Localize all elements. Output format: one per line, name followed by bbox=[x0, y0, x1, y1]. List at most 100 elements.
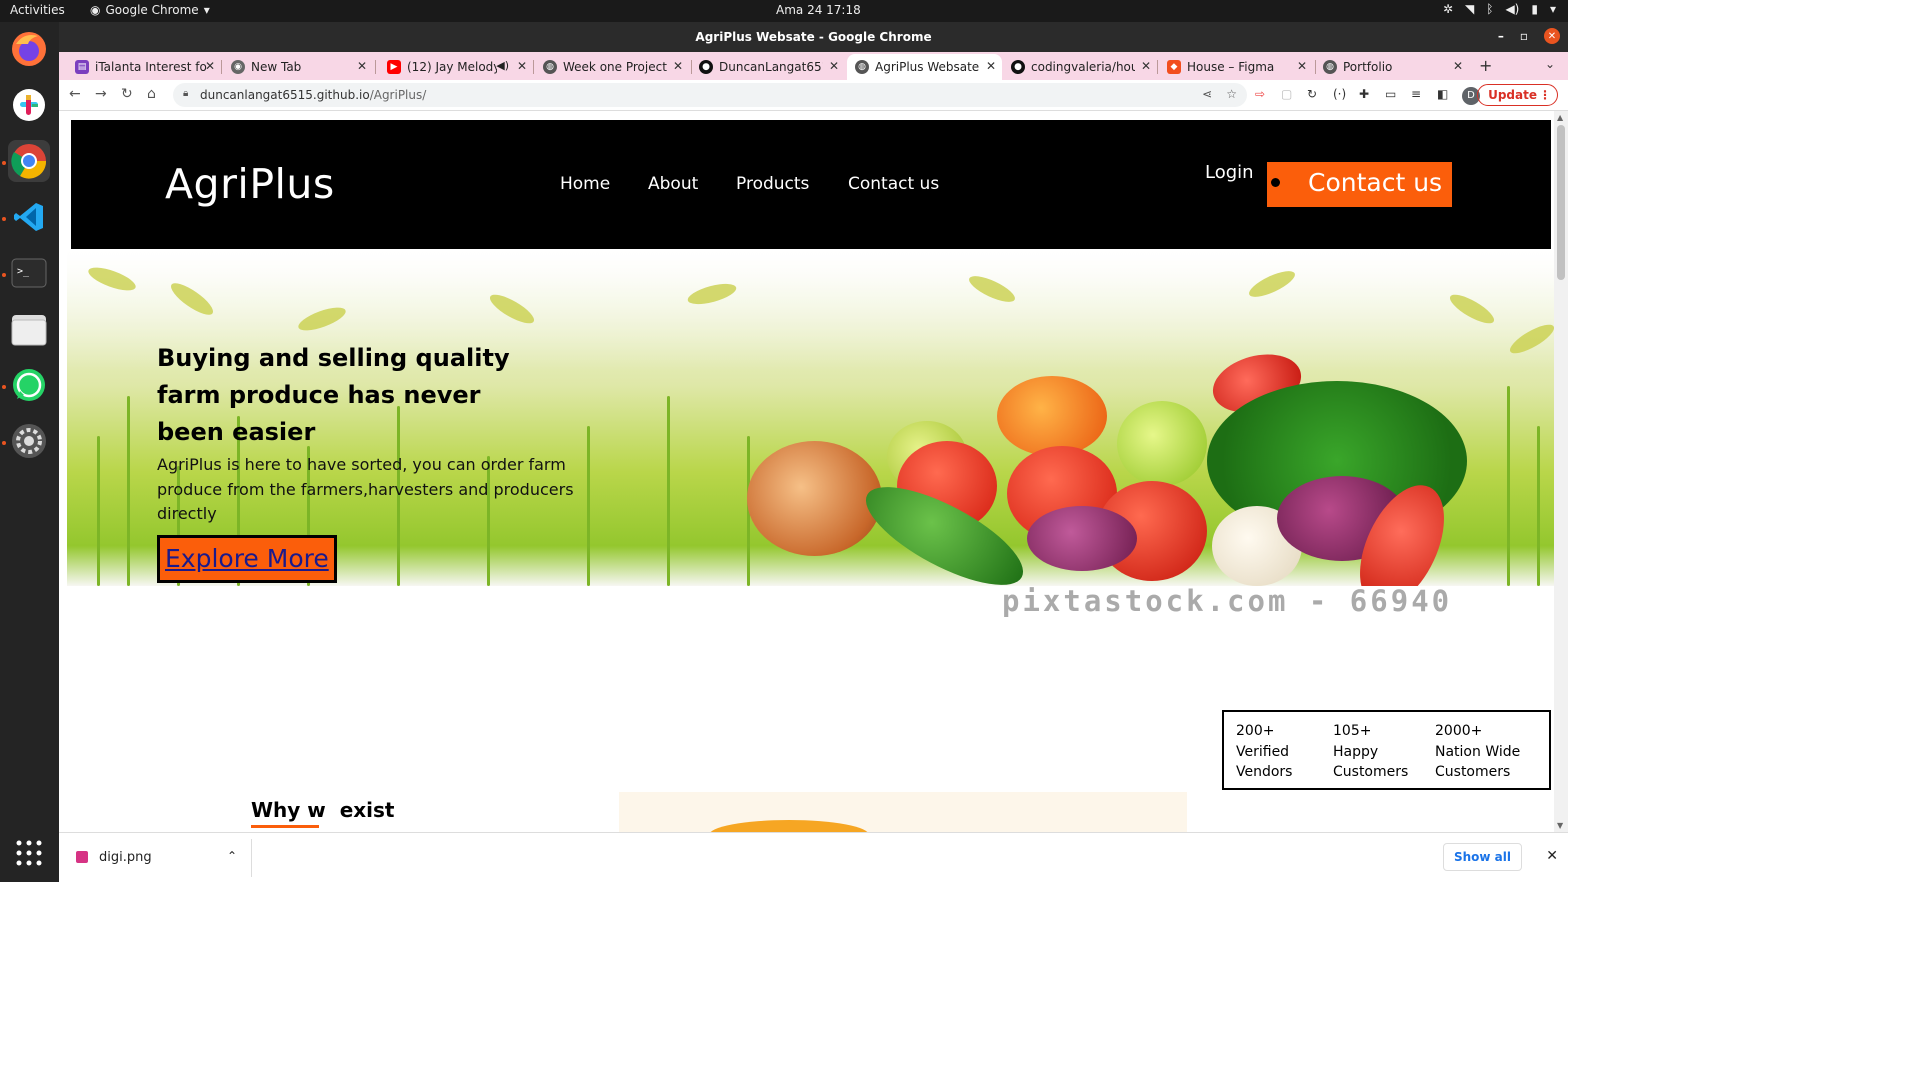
close-tab-icon[interactable]: ✕ bbox=[357, 59, 367, 73]
nav-home[interactable]: Home bbox=[560, 174, 610, 194]
close-tab-icon[interactable]: ✕ bbox=[829, 59, 839, 73]
extension-icon[interactable]: ↻ bbox=[1307, 87, 1317, 101]
nav-about[interactable]: About bbox=[648, 174, 698, 194]
list-bullet bbox=[1271, 178, 1280, 187]
new-tab-button[interactable]: + bbox=[1479, 56, 1492, 75]
tab-youtube[interactable]: ▶ (12) Jay Melody ◀) ✕ bbox=[379, 54, 533, 80]
activities-button[interactable]: Activities bbox=[10, 3, 65, 17]
close-tab-icon[interactable]: ✕ bbox=[673, 59, 683, 73]
tab-label: Week one Project bbox=[563, 60, 667, 74]
clock[interactable]: Ama 24 17:18 bbox=[776, 3, 861, 17]
tab-agriplus[interactable]: ◍ AgriPlus Websate ✕ bbox=[847, 54, 1002, 80]
window-title: AgriPlus Websate - Google Chrome bbox=[695, 30, 932, 44]
page-viewport[interactable]: AgriPlus Home About Products Contact us … bbox=[59, 111, 1568, 832]
chevron-up-icon[interactable]: ⌃ bbox=[227, 849, 237, 863]
vscode-launcher[interactable] bbox=[8, 196, 50, 238]
address-bar[interactable]: 🔒︎ duncanlangat6515.github.io/AgriPlus/ … bbox=[173, 83, 1247, 107]
tab-label: codingvaleria/hou bbox=[1031, 60, 1135, 74]
red-onion-illustration bbox=[1027, 506, 1137, 571]
hero-text: Buying and selling quality farm produce … bbox=[157, 340, 627, 527]
system-tray[interactable]: ✲ ◥ ᛒ ◀) ▮ ▾ bbox=[1443, 2, 1556, 16]
share-icon[interactable]: ⋖ bbox=[1202, 87, 1212, 101]
login-link[interactable]: Login bbox=[1205, 162, 1254, 183]
chrome-icon: ◉ bbox=[90, 3, 101, 17]
chevron-down-icon: ▾ bbox=[1549, 2, 1556, 16]
hero-description: AgriPlus is here to have sorted, you can… bbox=[157, 453, 627, 527]
whatsapp-launcher[interactable] bbox=[8, 364, 50, 406]
close-window-button[interactable]: ✕ bbox=[1544, 28, 1560, 44]
svg-text:>_: >_ bbox=[17, 266, 30, 277]
slack-icon bbox=[13, 89, 45, 121]
grass-stalk bbox=[127, 396, 130, 586]
running-indicator bbox=[2, 441, 6, 445]
more-vertical-icon: ⋮ bbox=[1539, 88, 1551, 102]
puzzle-extensions-icon[interactable]: ✚ bbox=[1359, 87, 1369, 101]
whatsapp-icon bbox=[13, 369, 45, 401]
side-panel-icon[interactable]: ◧ bbox=[1437, 87, 1448, 101]
nav-contact[interactable]: Contact us bbox=[848, 174, 939, 194]
cast-icon[interactable]: ▭ bbox=[1385, 87, 1396, 101]
settings-icon bbox=[12, 424, 46, 458]
page-scrollbar[interactable]: ▲ ▼ bbox=[1554, 111, 1568, 832]
scroll-up-icon[interactable]: ▲ bbox=[1557, 113, 1563, 122]
window-titlebar[interactable]: AgriPlus Websate - Google Chrome – ▫ ✕ bbox=[59, 22, 1568, 52]
site-logo[interactable]: AgriPlus bbox=[165, 160, 335, 208]
tab-italanta[interactable]: ▤ iTalanta Interest fo ✕ bbox=[67, 54, 221, 80]
close-icon: ✕ bbox=[1547, 30, 1557, 42]
close-icon[interactable]: ✕ bbox=[1546, 848, 1558, 864]
show-apps-button[interactable] bbox=[8, 832, 50, 874]
extension-icon[interactable]: ▢ bbox=[1281, 87, 1292, 101]
close-tab-icon[interactable]: ✕ bbox=[1141, 59, 1151, 73]
tab-github-codingvaleria[interactable]: ● codingvaleria/hou ✕ bbox=[1003, 54, 1157, 80]
tab-new-tab[interactable]: ◉ New Tab ✕ bbox=[223, 54, 373, 80]
home-button[interactable]: ⌂ bbox=[147, 86, 156, 102]
scroll-down-icon[interactable]: ▼ bbox=[1557, 821, 1563, 830]
firefox-launcher[interactable] bbox=[8, 28, 50, 70]
chrome-launcher[interactable] bbox=[8, 140, 50, 182]
files-launcher[interactable] bbox=[8, 308, 50, 350]
app-menu[interactable]: ◉ Google Chrome ▾ bbox=[90, 3, 210, 17]
close-tab-icon[interactable]: ✕ bbox=[1297, 59, 1307, 73]
reading-list-icon[interactable]: ≡ bbox=[1411, 87, 1421, 101]
tab-label: House – Figma bbox=[1187, 60, 1275, 74]
grass-stalk bbox=[1507, 386, 1510, 586]
download-file[interactable]: digi.png bbox=[99, 850, 152, 865]
tab-week-one-project[interactable]: ◍ Week one Project ✕ bbox=[535, 54, 689, 80]
close-tab-icon[interactable]: ✕ bbox=[517, 59, 527, 73]
extension-icon[interactable]: ⇨ bbox=[1255, 87, 1265, 101]
globe-icon: ◍ bbox=[1323, 60, 1337, 74]
explore-more-button[interactable]: Explore More bbox=[157, 535, 337, 583]
terminal-launcher[interactable]: >_ bbox=[8, 252, 50, 294]
settings-launcher[interactable] bbox=[8, 420, 50, 462]
extension-icon[interactable]: (·) bbox=[1333, 87, 1346, 101]
bookmark-star-icon[interactable]: ☆ bbox=[1226, 87, 1237, 101]
update-button[interactable]: Update ⋮ bbox=[1477, 84, 1558, 106]
tab-label: Portfolio bbox=[1343, 60, 1393, 74]
stat-value: 200+ bbox=[1236, 723, 1275, 739]
close-tab-icon[interactable]: ✕ bbox=[1453, 59, 1463, 73]
tab-label: iTalanta Interest fo bbox=[95, 60, 207, 74]
contact-us-button[interactable]: Contact us bbox=[1267, 162, 1452, 207]
scrollbar-thumb[interactable] bbox=[1557, 125, 1565, 280]
tab-figma[interactable]: ◆ House – Figma ✕ bbox=[1159, 54, 1313, 80]
tab-search-icon[interactable]: ⌄ bbox=[1545, 57, 1555, 71]
forward-button[interactable]: → bbox=[95, 86, 107, 102]
reload-button[interactable]: ↻ bbox=[121, 86, 133, 102]
close-tab-icon[interactable]: ✕ bbox=[986, 59, 996, 73]
nav-products[interactable]: Products bbox=[736, 174, 809, 194]
show-all-button[interactable]: Show all bbox=[1442, 843, 1522, 871]
home-icon: ⌂ bbox=[147, 86, 156, 102]
maximize-button[interactable]: ▫ bbox=[1520, 29, 1528, 43]
back-button[interactable]: ← bbox=[69, 86, 81, 102]
speaker-icon[interactable]: ◀) bbox=[496, 59, 509, 72]
terminal-icon: >_ bbox=[11, 258, 47, 288]
close-tab-icon[interactable]: ✕ bbox=[205, 59, 215, 73]
tab-portfolio[interactable]: ◍ Portfolio ✕ bbox=[1315, 54, 1469, 80]
slack-launcher[interactable] bbox=[8, 84, 50, 126]
italanta-icon: ▤ bbox=[75, 60, 89, 74]
minimize-button[interactable]: – bbox=[1498, 29, 1504, 43]
browser-toolbar: ← → ↻ ⌂ 🔒︎ duncanlangat6515.github.io/Ag… bbox=[59, 80, 1568, 111]
stat-value: 2000+ bbox=[1435, 723, 1483, 739]
tab-github-duncan[interactable]: ● DuncanLangat651 ✕ bbox=[691, 54, 845, 80]
reload-icon: ↻ bbox=[121, 86, 133, 102]
